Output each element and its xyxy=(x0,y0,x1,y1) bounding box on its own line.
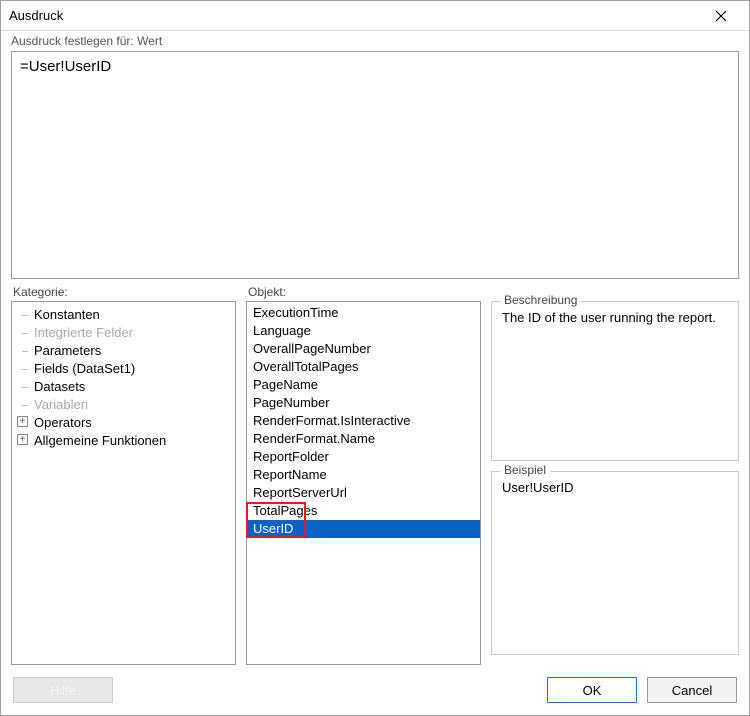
expression-for-label: Ausdruck festlegen für: Wert xyxy=(1,31,749,51)
info-column: Beschreibung The ID of the user running … xyxy=(491,285,739,665)
description-legend: Beschreibung xyxy=(500,293,581,307)
category-item: Variablen xyxy=(12,396,235,414)
category-column: Kategorie: Konstanten Integrierte Felder P… xyxy=(11,285,236,665)
object-item[interactable]: OverallTotalPages xyxy=(247,358,480,376)
category-item-label: Operators xyxy=(34,415,92,430)
object-item[interactable]: ExecutionTime xyxy=(247,304,480,322)
category-item-label: Integrierte Felder xyxy=(34,325,133,340)
category-item-label: Parameters xyxy=(34,343,101,358)
object-column: Objekt: ExecutionTimeLanguageOverallPage… xyxy=(246,285,481,665)
category-tree[interactable]: Konstanten Integrierte Felder Parameters Fi… xyxy=(11,301,236,665)
object-label: Objekt: xyxy=(246,285,481,301)
category-item[interactable]: Konstanten xyxy=(12,306,235,324)
object-item[interactable]: TotalPages xyxy=(247,502,480,520)
category-item[interactable]: Datasets xyxy=(12,378,235,396)
object-item[interactable]: OverallPageNumber xyxy=(247,340,480,358)
close-icon[interactable] xyxy=(701,2,741,30)
object-item[interactable]: PageName xyxy=(247,376,480,394)
category-item[interactable]: Parameters xyxy=(12,342,235,360)
category-item[interactable]: + Operators xyxy=(12,414,235,432)
category-item-label: Allgemeine Funktionen xyxy=(34,433,166,448)
expand-icon[interactable]: + xyxy=(17,416,28,427)
category-item-label: Variablen xyxy=(34,397,88,412)
object-item[interactable]: ReportFolder xyxy=(247,448,480,466)
example-text: User!UserID xyxy=(502,480,728,495)
object-item[interactable]: PageNumber xyxy=(247,394,480,412)
category-item[interactable]: Fields (DataSet1) xyxy=(12,360,235,378)
example-group: Beispiel User!UserID xyxy=(491,471,739,655)
dialog-title: Ausdruck xyxy=(9,8,701,23)
titlebar: Ausdruck xyxy=(1,1,749,31)
category-item-label: Konstanten xyxy=(34,307,100,322)
example-legend: Beispiel xyxy=(500,463,550,477)
object-item[interactable]: RenderFormat.Name xyxy=(247,430,480,448)
object-item[interactable]: UserID xyxy=(247,520,480,538)
category-item[interactable]: + Allgemeine Funktionen xyxy=(12,432,235,450)
dialog-footer: Hilfe OK Cancel xyxy=(1,665,749,715)
lower-pane: Kategorie: Konstanten Integrierte Felder P… xyxy=(11,285,739,665)
category-item-label: Datasets xyxy=(34,379,85,394)
expression-text: =User!UserID xyxy=(20,58,111,75)
object-item[interactable]: ReportName xyxy=(247,466,480,484)
category-item-label: Fields (DataSet1) xyxy=(34,361,135,376)
object-item[interactable]: RenderFormat.IsInteractive xyxy=(247,412,480,430)
category-label: Kategorie: xyxy=(11,285,236,301)
expand-icon[interactable]: + xyxy=(17,434,28,445)
ok-button[interactable]: OK xyxy=(547,677,637,703)
object-list[interactable]: ExecutionTimeLanguageOverallPageNumberOv… xyxy=(246,301,481,665)
description-text: The ID of the user running the report. xyxy=(502,310,728,325)
description-group: Beschreibung The ID of the user running … xyxy=(491,301,739,461)
cancel-button[interactable]: Cancel xyxy=(647,677,737,703)
category-item: Integrierte Felder xyxy=(12,324,235,342)
help-button[interactable]: Hilfe xyxy=(13,677,113,703)
object-item[interactable]: Language xyxy=(247,322,480,340)
object-item[interactable]: ReportServerUrl xyxy=(247,484,480,502)
expression-editor[interactable]: =User!UserID xyxy=(11,51,739,279)
expression-dialog: Ausdruck Ausdruck festlegen für: Wert =U… xyxy=(0,0,750,716)
